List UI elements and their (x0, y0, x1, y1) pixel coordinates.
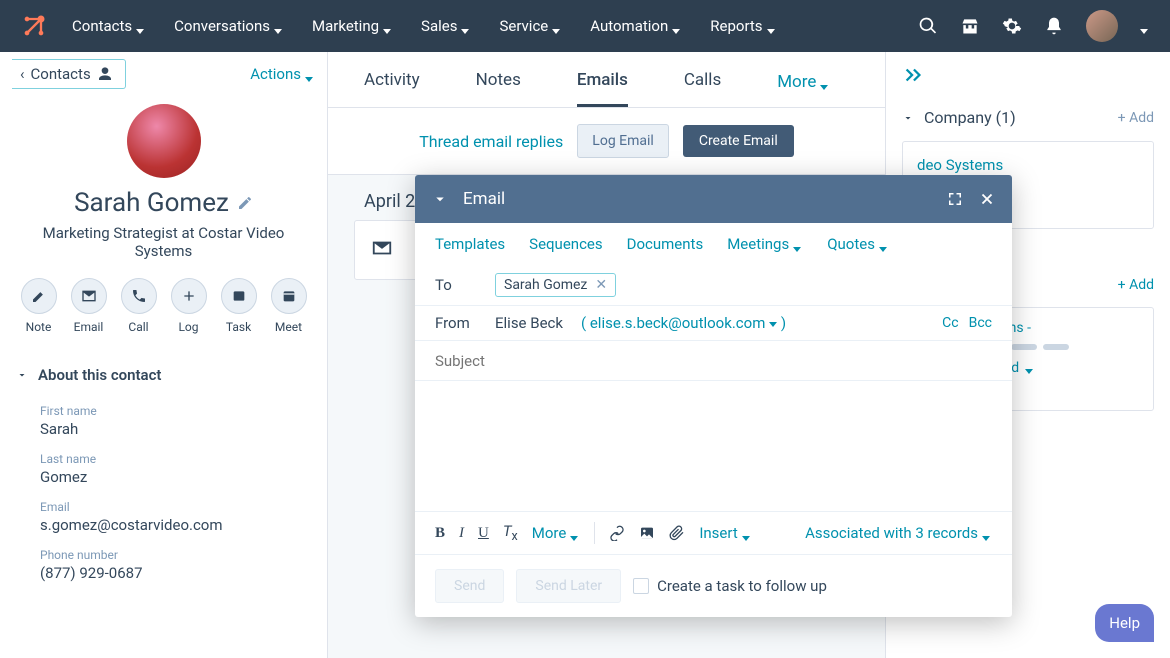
sequences-link[interactable]: Sequences (529, 235, 602, 253)
email-button[interactable]: Email (71, 278, 107, 334)
documents-link[interactable]: Documents (627, 235, 704, 253)
gear-icon[interactable] (1002, 16, 1022, 36)
send-later-button[interactable]: Send Later (516, 569, 621, 603)
add-company-button[interactable]: + Add (1118, 110, 1154, 126)
contact-avatar[interactable] (127, 104, 201, 178)
mail-icon (371, 237, 393, 259)
note-button[interactable]: Note (21, 278, 57, 334)
contact-name: Sarah Gomez (74, 188, 253, 218)
attachment-icon[interactable] (669, 525, 685, 541)
tab-calls[interactable]: Calls (684, 70, 721, 107)
marketplace-icon[interactable] (960, 16, 980, 36)
followup-task-checkbox[interactable] (633, 578, 649, 594)
followup-task-label: Create a task to follow up (657, 577, 827, 595)
nav-service[interactable]: Service (499, 17, 562, 35)
bell-icon[interactable] (1044, 16, 1064, 36)
call-button[interactable]: Call (121, 278, 157, 334)
associated-records-dropdown[interactable]: Associated with 3 records (805, 524, 992, 542)
pencil-icon[interactable] (237, 195, 253, 211)
italic-button[interactable]: I (459, 525, 464, 542)
email-composer: Email Templates Sequences Documents Meet… (415, 175, 1012, 617)
user-menu-caret[interactable] (1140, 21, 1150, 31)
chevron-down-icon[interactable] (431, 190, 449, 208)
top-nav: Contacts Conversations Marketing Sales S… (0, 0, 1170, 52)
log-email-button[interactable]: Log Email (577, 124, 669, 158)
field-first-name[interactable]: First nameSarah (0, 398, 327, 446)
activity-tabs: Activity Notes Emails Calls More (328, 52, 885, 108)
tab-emails[interactable]: Emails (577, 70, 628, 107)
task-button[interactable]: Task (221, 278, 257, 334)
nav-automation[interactable]: Automation (590, 17, 682, 35)
tab-activity[interactable]: Activity (364, 70, 420, 107)
add-deal-button[interactable]: + Add (1118, 277, 1154, 293)
bold-button[interactable]: B (435, 525, 445, 542)
back-to-contacts[interactable]: ‹ Contacts (12, 59, 126, 89)
nav-contacts[interactable]: Contacts (72, 17, 146, 35)
clear-format-button[interactable]: Tx (503, 522, 518, 544)
chevron-down-icon (902, 112, 914, 124)
from-label: From (435, 314, 477, 332)
company-section-toggle[interactable]: Company (1) (902, 108, 1016, 127)
meet-button[interactable]: Meet (271, 278, 307, 334)
more-format-dropdown[interactable]: More (532, 524, 581, 542)
meetings-dropdown[interactable]: Meetings (727, 235, 803, 253)
search-icon[interactable] (918, 16, 938, 36)
image-icon[interactable] (639, 525, 655, 541)
nav-marketing[interactable]: Marketing (312, 17, 393, 35)
field-phone[interactable]: Phone number(877) 929-0687 (0, 542, 327, 590)
email-body-editor[interactable] (415, 381, 1012, 511)
nav-reports[interactable]: Reports (710, 17, 776, 35)
from-name: Elise Beck (495, 314, 563, 332)
quotes-dropdown[interactable]: Quotes (827, 235, 889, 253)
templates-link[interactable]: Templates (435, 235, 505, 253)
remove-recipient-icon[interactable]: ✕ (595, 277, 607, 293)
log-button[interactable]: Log (171, 278, 207, 334)
company-name: deo Systems (917, 156, 1139, 174)
user-avatar[interactable] (1086, 10, 1118, 42)
hubspot-logo-icon[interactable] (20, 12, 48, 40)
about-section-toggle[interactable]: About this contact (0, 352, 327, 398)
recipient-chip[interactable]: Sarah Gomez ✕ (495, 273, 616, 297)
create-email-button[interactable]: Create Email (683, 125, 794, 157)
underline-button[interactable]: U (478, 525, 489, 542)
composer-title: Email (463, 189, 932, 209)
insert-dropdown[interactable]: Insert (699, 524, 751, 542)
close-icon[interactable] (978, 190, 996, 208)
tab-notes[interactable]: Notes (476, 70, 521, 107)
field-last-name[interactable]: Last nameGomez (0, 446, 327, 494)
from-email-dropdown[interactable]: ( elise.s.beck@outlook.com ) (581, 314, 786, 332)
expand-icon[interactable] (946, 190, 964, 208)
contact-subtitle: Marketing Strategist at Costar Video Sys… (20, 224, 307, 260)
thread-replies-toggle[interactable]: Thread email replies (419, 132, 563, 151)
cc-button[interactable]: Cc (942, 315, 958, 331)
send-button[interactable]: Send (435, 569, 504, 603)
actions-dropdown[interactable]: Actions (250, 65, 315, 83)
chevron-down-icon (16, 369, 28, 381)
bcc-button[interactable]: Bcc (969, 315, 992, 331)
contact-sidebar: ‹ Contacts Actions Sarah Gomez Marketing… (0, 52, 328, 658)
field-email[interactable]: Emails.gomez@costarvideo.com (0, 494, 327, 542)
collapse-icon[interactable] (902, 64, 924, 86)
link-icon[interactable] (609, 525, 625, 541)
nav-sales[interactable]: Sales (421, 17, 471, 35)
nav-conversations[interactable]: Conversations (174, 17, 284, 35)
help-button[interactable]: Help (1095, 604, 1154, 642)
to-label: To (435, 276, 477, 294)
person-icon (97, 66, 113, 82)
tab-more[interactable]: More (777, 70, 830, 107)
subject-input[interactable] (435, 352, 992, 370)
